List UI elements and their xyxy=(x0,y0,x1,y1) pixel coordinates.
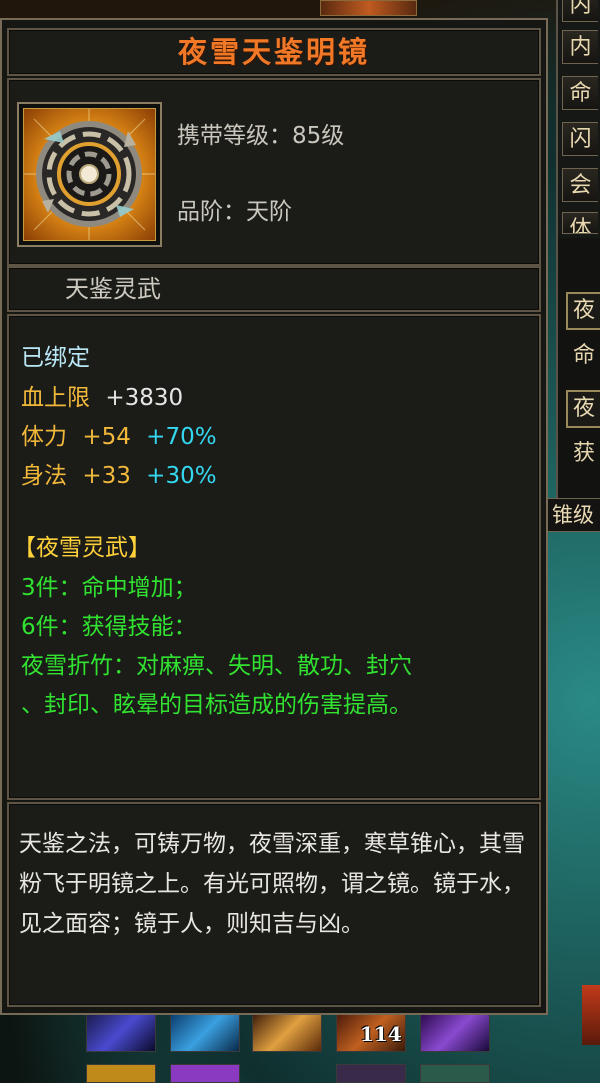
item-stats-panel: 已绑定 血上限 +3830 体力 +54 +70% 身法 +33 +30% 【夜… xyxy=(7,314,541,800)
item-description-panel: 天鉴之法，可铸万物，夜雪深重，寒草锥心，其雪粉飞于明镜之上。有光可照物，谓之镜。… xyxy=(7,802,541,1007)
skill-slot[interactable] xyxy=(420,1012,490,1052)
set-bonus: 6件：获得技能： xyxy=(21,614,197,640)
side-menu-item[interactable]: 内 xyxy=(562,0,598,22)
skill-slot[interactable] xyxy=(170,1012,240,1052)
item-category: 天鉴灵武 xyxy=(65,275,161,303)
set-skill-text: 夜雪折竹：对麻痹、失明、散功、封穴 xyxy=(21,653,412,679)
stat-row: 身法 +33 +30% xyxy=(21,456,217,490)
item-level-requirement: 携带等级：85级 xyxy=(177,123,345,149)
skill-slot[interactable] xyxy=(252,1012,322,1052)
item-name: 夜雪天鉴明镜 xyxy=(177,35,370,69)
skill-stack-count: 114 xyxy=(360,1022,402,1046)
skill-slot[interactable] xyxy=(336,1064,406,1083)
set-skill-text: 、封印、眩晕的目标造成的伤害提高。 xyxy=(21,692,412,718)
side-menu-item[interactable]: 内 xyxy=(562,30,598,64)
stat-row: 血上限 +3830 xyxy=(21,378,183,412)
side-menu-item[interactable]: 闪 xyxy=(562,122,598,156)
item-description: 天鉴之法，可铸万物，夜雪深重，寒草锥心，其雪粉飞于明镜之上。有光可照物，谓之镜。… xyxy=(19,831,525,937)
top-skill-slot[interactable] xyxy=(320,0,417,16)
skill-slot[interactable] xyxy=(170,1064,240,1083)
stat-row: 体力 +54 +70% xyxy=(21,417,217,451)
skill-slot[interactable] xyxy=(86,1064,156,1083)
stat-flat-value: +33 xyxy=(82,463,131,489)
side-menu-item[interactable]: 体 xyxy=(562,212,598,234)
skill-slot[interactable] xyxy=(420,1064,490,1083)
bound-status: 已绑定 xyxy=(21,345,90,371)
stat-name: 体力 xyxy=(21,424,67,450)
stat-percent-value: +70% xyxy=(146,424,217,450)
item-category-bar: 天鉴灵武 xyxy=(7,266,541,312)
side-info-button[interactable]: 夜 xyxy=(566,390,600,428)
stat-flat-value: +54 xyxy=(82,424,131,450)
item-icon-frame xyxy=(17,102,162,247)
skill-slot[interactable] xyxy=(86,1012,156,1052)
item-grade: 品阶：天阶 xyxy=(177,199,292,225)
tooltip-title-bar: 夜雪天鉴明镜 xyxy=(7,28,541,76)
stat-name: 身法 xyxy=(21,463,67,489)
set-name: 【夜雪灵武】 xyxy=(13,535,151,561)
side-info-label: 获 xyxy=(572,441,595,466)
stat-percent-value: +30% xyxy=(146,463,217,489)
set-bonus: 3件：命中增加； xyxy=(21,575,197,601)
mirror-icon xyxy=(23,108,156,241)
stat-flat-value: +3830 xyxy=(105,385,184,411)
item-tooltip: 夜雪天鉴明镜 携带等级：85级 品阶：天阶 天鉴灵武 已绑定 血上限 +3830… xyxy=(0,18,548,1015)
side-menu-item[interactable]: 会 xyxy=(562,168,598,202)
skill-bar xyxy=(80,1012,550,1083)
side-info-label: 命 xyxy=(572,343,595,368)
side-info-button[interactable]: 夜 xyxy=(566,292,600,330)
item-header-panel: 携带等级：85级 品阶：天阶 xyxy=(7,78,541,266)
side-tab[interactable]: 锥级 xyxy=(545,498,600,532)
side-decoration xyxy=(582,985,600,1045)
side-menu-item[interactable]: 命 xyxy=(562,76,598,110)
stat-name: 血上限 xyxy=(21,385,90,411)
